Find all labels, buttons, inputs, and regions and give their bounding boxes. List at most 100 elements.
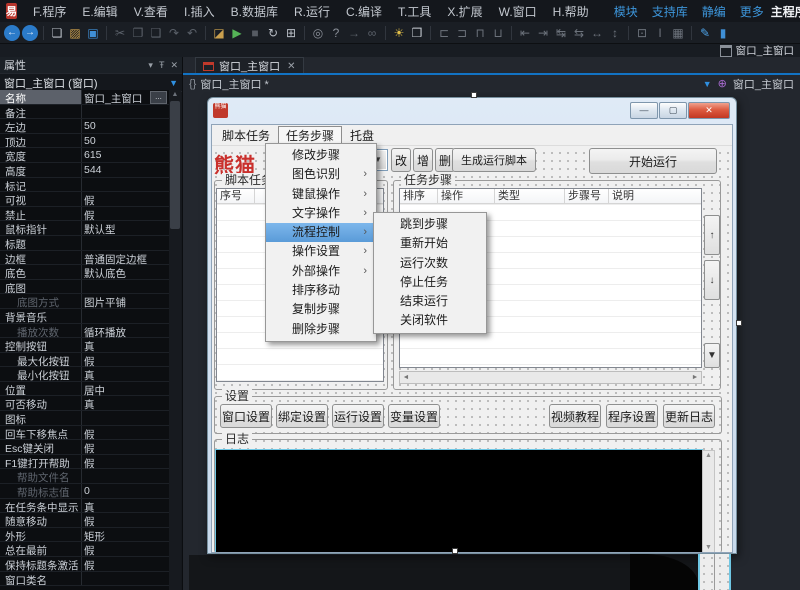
link-icon[interactable]: ∞: [364, 25, 380, 41]
chevron-down-icon[interactable]: ▼: [703, 79, 712, 89]
menu-item[interactable]: T.工具: [390, 3, 439, 20]
menu-item[interactable]: H.帮助: [545, 3, 597, 20]
project-icon[interactable]: ◪: [211, 25, 227, 41]
menu-item[interactable]: V.查看: [126, 3, 176, 20]
property-row[interactable]: 鼠标指针 默认型: [0, 221, 169, 236]
property-row[interactable]: 最小化按钮 真: [0, 367, 169, 382]
collapse-icon[interactable]: ▾: [148, 60, 153, 71]
same-height-icon[interactable]: ↕: [607, 25, 623, 41]
pin-icon[interactable]: Ŧ: [159, 60, 165, 71]
maximize-button[interactable]: ▢: [659, 102, 687, 119]
property-row[interactable]: 随意移动 假: [0, 513, 169, 528]
package-icon[interactable]: ⊞: [283, 25, 299, 41]
cut-icon[interactable]: ✂: [112, 25, 128, 41]
menu-link[interactable]: 支持库: [645, 3, 695, 20]
submenu-item[interactable]: 结束运行: [374, 292, 486, 311]
settings-button[interactable]: 视频教程: [549, 404, 601, 428]
property-row[interactable]: 图标: [0, 411, 169, 426]
property-row[interactable]: 最大化按钮 假: [0, 352, 169, 368]
move-up-button[interactable]: ↑: [704, 215, 720, 255]
align-top-icon[interactable]: ⊓: [472, 25, 488, 41]
add-button[interactable]: 增: [413, 148, 433, 172]
property-row[interactable]: 标记: [0, 177, 169, 193]
property-row[interactable]: 帮助标志值 0: [0, 484, 169, 499]
property-row[interactable]: 标题: [0, 235, 169, 251]
undo-icon[interactable]: ↶: [184, 25, 200, 41]
menu-item[interactable]: C.编译: [338, 3, 390, 20]
property-row[interactable]: 禁止 假: [0, 206, 169, 222]
property-row[interactable]: 窗口类名: [0, 571, 169, 587]
context-menu-item[interactable]: 复制步骤: [266, 300, 376, 319]
scroll-down-button[interactable]: ▼: [704, 343, 720, 368]
selection-handle[interactable]: [736, 320, 742, 326]
selection-handle[interactable]: [471, 92, 477, 98]
new-window-icon[interactable]: ❒: [409, 25, 425, 41]
property-row[interactable]: 帮助文件名: [0, 469, 169, 485]
goto-icon[interactable]: →: [346, 25, 362, 41]
property-row[interactable]: 保持标题条激活 假: [0, 557, 169, 572]
context-menu-item[interactable]: 流程控制 ›: [266, 223, 376, 243]
property-row[interactable]: 底图方式 图片平铺: [0, 294, 169, 309]
app-logo-icon[interactable]: 易: [6, 3, 17, 19]
horizontal-scrollbar[interactable]: ◄ ►: [399, 371, 702, 384]
scroll-up-icon[interactable]: ▲: [169, 90, 181, 100]
settings-button[interactable]: 窗口设置: [220, 404, 272, 428]
menu-item[interactable]: B.数据库: [223, 3, 286, 20]
scroll-right-icon[interactable]: ►: [689, 374, 701, 381]
save-icon[interactable]: ▣: [85, 25, 101, 41]
copy-icon[interactable]: ❐: [130, 25, 146, 41]
space-v-icon[interactable]: ⇥: [535, 25, 551, 41]
property-row[interactable]: F1键打开帮助 假: [0, 454, 169, 470]
menu-link[interactable]: 模块: [607, 3, 645, 20]
context-menu-item[interactable]: 修改步骤: [266, 146, 376, 165]
run-icon[interactable]: ▶: [229, 25, 245, 41]
center-h-icon[interactable]: ↹: [553, 25, 569, 41]
same-width-icon[interactable]: ↔: [589, 25, 605, 41]
menu-link[interactable]: 静编: [695, 3, 733, 20]
property-row[interactable]: 可视 假: [0, 192, 169, 207]
property-row[interactable]: 控制按钮 真: [0, 338, 169, 353]
scroll-up-icon[interactable]: ▲: [705, 452, 712, 459]
tab-window-main[interactable]: 窗口_主窗口 ✕: [195, 57, 304, 74]
menu-item[interactable]: W.窗口: [491, 3, 545, 20]
stop-icon[interactable]: ■: [247, 25, 263, 41]
redo-icon[interactable]: ↷: [166, 25, 182, 41]
property-row[interactable]: 底图: [0, 279, 169, 295]
submenu-item[interactable]: 停止任务: [374, 273, 486, 292]
close-button[interactable]: ✕: [688, 102, 730, 119]
grid-icon[interactable]: ▦: [670, 25, 686, 41]
property-row[interactable]: 左边 50: [0, 119, 169, 134]
move-down-button[interactable]: ↓: [704, 260, 720, 300]
forward-icon[interactable]: →: [22, 24, 38, 41]
scrollbar-thumb[interactable]: [170, 101, 180, 229]
restart-icon[interactable]: ↻: [265, 25, 281, 41]
properties-scrollbar[interactable]: ▲: [169, 90, 181, 590]
menu-item[interactable]: E.编辑: [74, 3, 125, 20]
property-row[interactable]: Esc键关闭 假: [0, 440, 169, 455]
table-column-header[interactable]: 序号: [217, 189, 255, 203]
menu-link[interactable]: 更多: [733, 3, 771, 20]
form-menu-item[interactable]: 任务步骤: [278, 125, 343, 145]
ellipsis-button[interactable]: ...: [150, 91, 167, 104]
log-scrollbar[interactable]: ▲ ▼: [702, 450, 715, 552]
property-row[interactable]: 总在最前 假: [0, 542, 169, 557]
align-bottom-icon[interactable]: ⊔: [490, 25, 506, 41]
context-menu-item[interactable]: 删除步骤: [266, 320, 376, 339]
idea-icon[interactable]: ☀: [391, 25, 407, 41]
context-menu-item[interactable]: 外部操作 ›: [266, 262, 376, 281]
context-menu-item[interactable]: 操作设置 ›: [266, 242, 376, 261]
context-menu-item[interactable]: 文字操作 ›: [266, 204, 376, 223]
property-row[interactable]: 宽度 615: [0, 148, 169, 163]
right-dock-tab[interactable]: 窗口_主窗口: [719, 44, 794, 57]
generate-script-button[interactable]: 生成运行脚本: [452, 148, 536, 172]
table-column-header[interactable]: 类型: [495, 189, 565, 203]
property-row[interactable]: 位置 居中: [0, 381, 169, 397]
property-row[interactable]: 边框 普通固定边框: [0, 250, 169, 266]
scroll-left-icon[interactable]: ◄: [400, 374, 412, 381]
property-row[interactable]: 外形 矩形: [0, 527, 169, 543]
scroll-down-icon[interactable]: ▼: [705, 544, 712, 551]
help-run-icon[interactable]: ?: [328, 25, 344, 41]
selection-handle[interactable]: [452, 548, 458, 554]
settings-button[interactable]: 程序设置: [606, 404, 658, 428]
property-row[interactable]: 名称 窗口_主窗口 ...: [0, 90, 169, 105]
